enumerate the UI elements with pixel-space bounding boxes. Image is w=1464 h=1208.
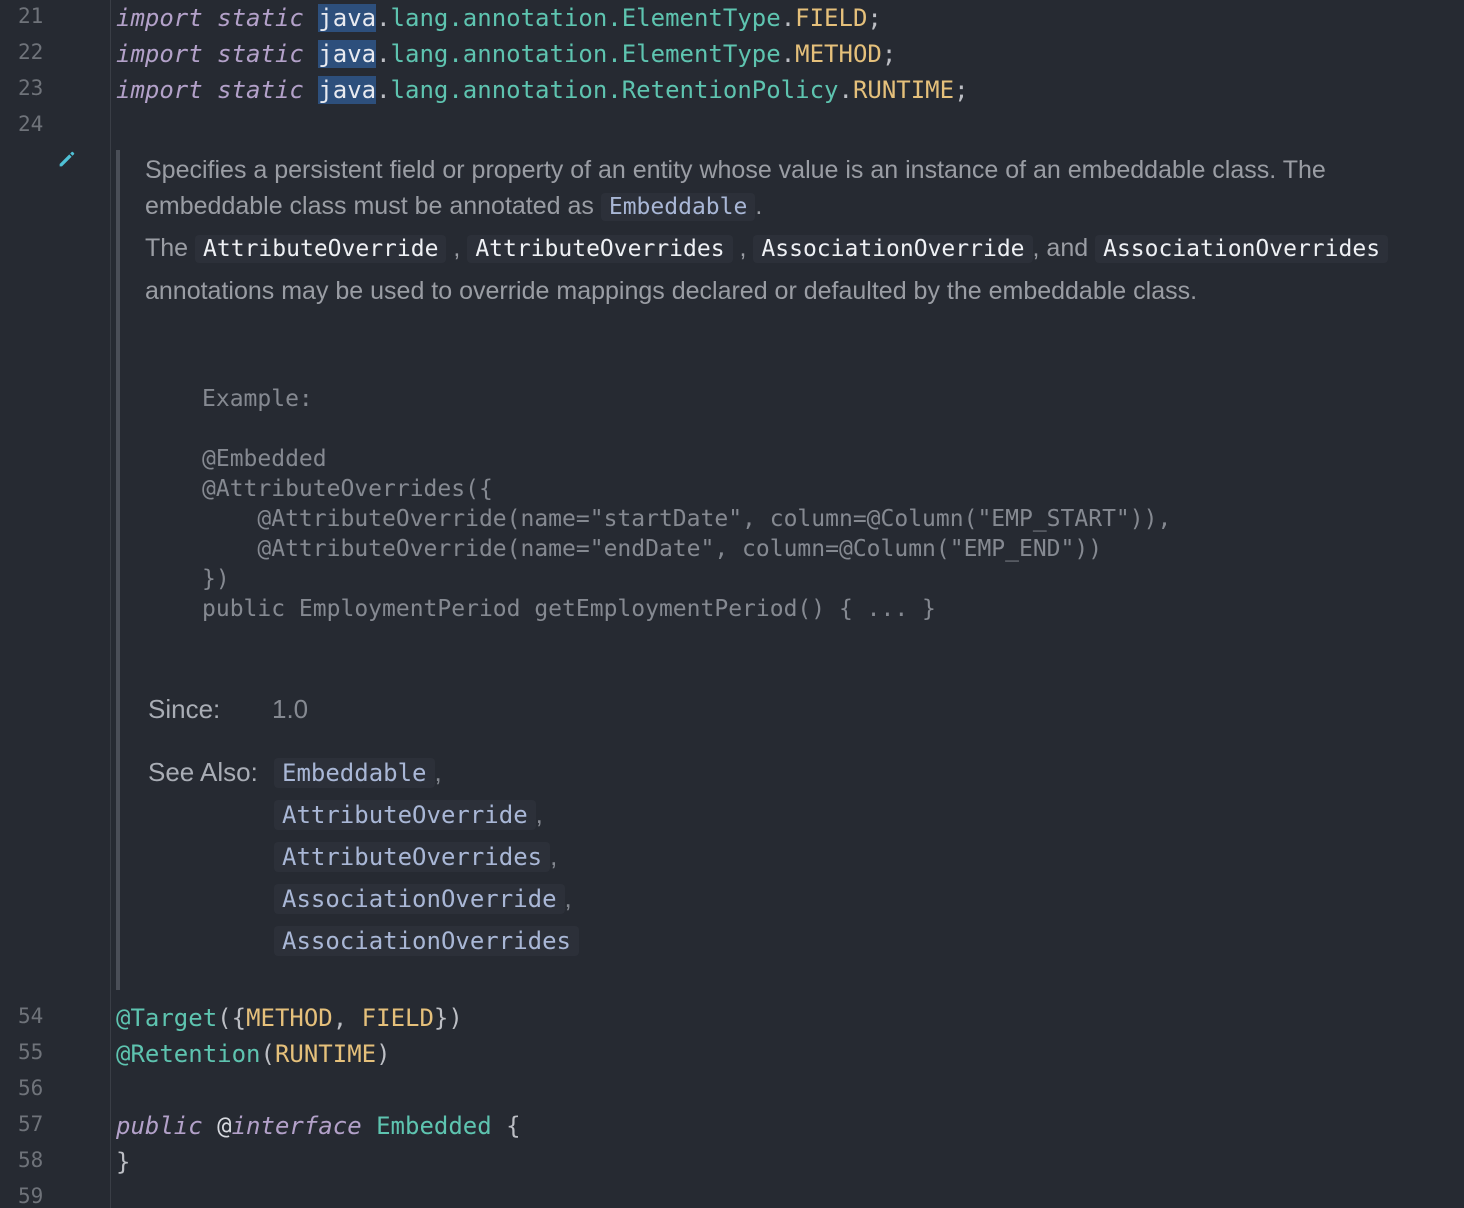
keyword: import static — [116, 76, 304, 104]
link-embeddable[interactable]: Embeddable — [600, 193, 756, 221]
selected-text: java — [318, 76, 377, 104]
doc-paragraph-1: Specifies a persistent field or property… — [145, 152, 1435, 225]
separator: , — [550, 841, 558, 871]
see-also-item: AttributeOverride, — [274, 799, 543, 830]
line-number-21: 21 — [18, 4, 44, 28]
code-attribute-overrides: AttributeOverrides — [467, 235, 733, 263]
doc-text: , — [739, 234, 747, 262]
punctuation: . — [780, 40, 796, 68]
see-also-item: Embeddable, — [274, 757, 442, 788]
doc-text: , and — [1032, 234, 1089, 262]
doc-text: . — [755, 192, 763, 220]
separator: , — [434, 757, 442, 787]
separator: , — [535, 799, 543, 829]
punctuation: { — [506, 1112, 521, 1140]
constant: RUNTIME — [852, 76, 955, 104]
punctuation: ) — [376, 1040, 391, 1068]
punctuation: . — [838, 76, 853, 104]
link-association-override[interactable]: AssociationOverride — [274, 884, 565, 914]
line-number-54: 54 — [18, 1004, 44, 1028]
constant: METHOD — [795, 40, 882, 68]
doc-text: The — [145, 234, 189, 262]
selected-text: java — [318, 4, 377, 32]
since-value: 1.0 — [272, 694, 309, 724]
see-also-item: AssociationOverrides — [274, 925, 579, 956]
code-association-overrides: AssociationOverrides — [1095, 235, 1389, 263]
link-attribute-overrides[interactable]: AttributeOverrides — [274, 842, 551, 872]
line-number-57: 57 — [18, 1112, 44, 1136]
see-also-label: See Also: — [148, 757, 258, 787]
punctuation: ({ — [217, 1004, 247, 1032]
class-name: ElementType — [621, 40, 781, 68]
package-name: lang.annotation. — [390, 4, 622, 32]
punctuation: . — [780, 4, 796, 32]
code-line-58[interactable]: } — [116, 1144, 130, 1180]
class-name: RetentionPolicy — [621, 76, 839, 104]
line-number-24: 24 — [18, 112, 44, 136]
punctuation: , — [332, 1004, 362, 1032]
gutter-separator — [110, 0, 111, 1208]
line-number-59: 59 — [18, 1184, 44, 1208]
class-name: Embedded — [376, 1112, 492, 1140]
constant: FIELD — [361, 1004, 434, 1032]
doc-text: annotations may be used to override mapp… — [145, 277, 1198, 305]
keyword: import static — [116, 4, 304, 32]
pencil-icon[interactable] — [56, 148, 78, 170]
code-attribute-override: AttributeOverride — [195, 235, 447, 263]
code-line-21[interactable]: import static java.lang.annotation.Eleme… — [116, 0, 882, 36]
punctuation: ; — [881, 40, 897, 68]
link-attribute-override[interactable]: AttributeOverride — [274, 800, 536, 830]
class-name: ElementType — [621, 4, 781, 32]
punctuation: } — [116, 1148, 131, 1176]
annotation: @Target — [116, 1004, 218, 1032]
doc-comment-bar — [116, 150, 120, 990]
punctuation: @ — [217, 1112, 232, 1140]
line-number-58: 58 — [18, 1148, 44, 1172]
punctuation: ; — [954, 76, 969, 104]
line-number-56: 56 — [18, 1076, 44, 1100]
javadoc-rendered: Specifies a persistent field or property… — [145, 152, 1435, 312]
punctuation: ; — [867, 4, 882, 32]
constant: FIELD — [795, 4, 868, 32]
package-name: lang.annotation. — [390, 76, 622, 104]
punctuation: . — [376, 76, 391, 104]
keyword: public — [116, 1112, 203, 1140]
constant: RUNTIME — [274, 1040, 377, 1068]
doc-paragraph-2: The AttributeOverride , AttributeOverrid… — [145, 227, 1435, 312]
keyword: interface — [231, 1112, 362, 1140]
annotation: @Retention — [116, 1040, 261, 1068]
doc-text: , — [453, 234, 461, 262]
punctuation: }) — [433, 1004, 463, 1032]
doc-example-code: Example: @Embedded @AttributeOverrides({… — [202, 386, 1172, 622]
keyword: import static — [116, 40, 304, 68]
see-also-item: AttributeOverrides, — [274, 841, 557, 872]
since-label: Since: — [148, 694, 221, 724]
code-association-override: AssociationOverride — [753, 235, 1033, 263]
link-embeddable[interactable]: Embeddable — [274, 758, 435, 788]
constant: METHOD — [246, 1004, 333, 1032]
separator: , — [564, 883, 572, 913]
code-line-57[interactable]: public @interface Embedded { — [116, 1108, 521, 1144]
punctuation: . — [376, 4, 391, 32]
selected-text: java — [318, 40, 377, 68]
code-line-54[interactable]: @Target({METHOD, FIELD}) — [116, 1000, 463, 1036]
line-number-22: 22 — [18, 40, 44, 64]
line-number-55: 55 — [18, 1040, 44, 1064]
link-association-overrides[interactable]: AssociationOverrides — [274, 926, 579, 956]
see-also-item: AssociationOverride, — [274, 883, 572, 914]
code-line-22[interactable]: import static java.lang.annotation.Eleme… — [116, 36, 896, 72]
code-line-55[interactable]: @Retention(RUNTIME) — [116, 1036, 391, 1072]
line-number-23: 23 — [18, 76, 44, 100]
punctuation: . — [376, 40, 391, 68]
package-name: lang.annotation. — [390, 40, 622, 68]
code-line-23[interactable]: import static java.lang.annotation.Reten… — [116, 72, 969, 108]
punctuation: ( — [260, 1040, 275, 1068]
